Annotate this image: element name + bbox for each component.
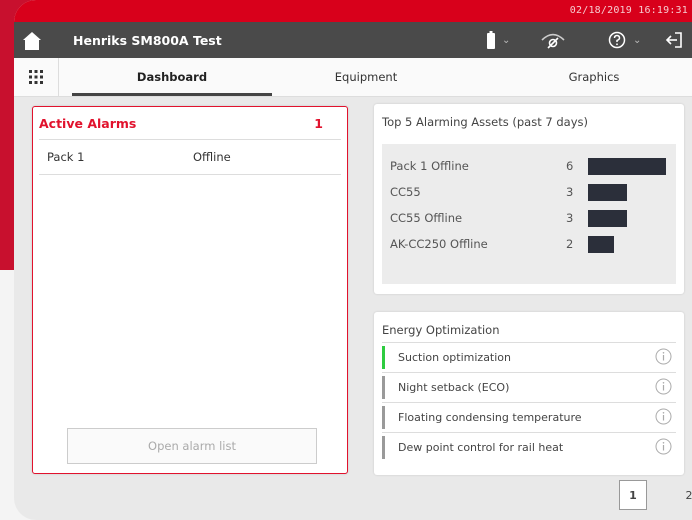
page-1-button[interactable]: 1	[619, 480, 647, 510]
chevron-down-icon: ⌄	[633, 34, 642, 46]
asset-count: 3	[566, 185, 574, 199]
help-icon	[608, 31, 626, 49]
asset-bar	[588, 184, 627, 201]
status-bar: 02/18/2019 16:19:31	[14, 0, 692, 22]
asset-count: 6	[566, 159, 574, 173]
apps-grid-icon	[29, 70, 43, 84]
info-icon[interactable]	[655, 378, 672, 395]
energy-list: Suction optimization Night setback (ECO)…	[382, 342, 676, 462]
app-title: Henriks SM800A Test	[73, 33, 222, 48]
energy-title: Energy Optimization	[382, 323, 500, 337]
asset-name: CC55	[390, 185, 421, 199]
asset-bar	[588, 236, 614, 253]
top5-title: Top 5 Alarming Assets (past 7 days)	[382, 115, 588, 129]
status-indicator	[382, 436, 385, 459]
app-window: 02/18/2019 16:19:31 Henriks SM800A Test …	[14, 0, 692, 520]
energy-item[interactable]: Suction optimization	[382, 342, 676, 372]
open-alarm-list-button[interactable]: Open alarm list	[67, 428, 317, 464]
logout-icon	[665, 32, 682, 48]
active-alarms-panel: Active Alarms 1 Pack 1 Offline Open alar…	[32, 106, 348, 474]
energy-item[interactable]: Night setback (ECO)	[382, 372, 676, 402]
asset-bar	[588, 210, 627, 227]
tab-graphics[interactable]: Graphics	[494, 58, 692, 96]
page-2-button[interactable]: 2	[682, 480, 692, 510]
energy-item-label: Dew point control for rail heat	[398, 441, 564, 454]
signal-icon	[541, 33, 565, 49]
alarm-status: Offline	[193, 150, 231, 164]
alarm-row[interactable]: Pack 1 Offline	[39, 140, 341, 175]
status-indicator	[382, 376, 385, 399]
home-icon[interactable]	[22, 31, 42, 51]
help-menu[interactable]: ⌄	[608, 30, 641, 50]
info-icon[interactable]	[655, 438, 672, 455]
asset-name: AK-CC250 Offline	[390, 237, 488, 251]
energy-item-label: Floating condensing temperature	[398, 411, 582, 424]
top-alarming-assets-panel: Top 5 Alarming Assets (past 7 days) Pack…	[374, 104, 684, 294]
energy-item-label: Suction optimization	[398, 351, 512, 364]
asset-row[interactable]: Pack 1 Offline 6	[390, 158, 674, 176]
info-icon[interactable]	[655, 408, 672, 425]
energy-optimization-panel: Energy Optimization Suction optimization…	[374, 312, 684, 475]
tab-dashboard[interactable]: Dashboard	[72, 58, 272, 96]
asset-count: 2	[566, 237, 574, 251]
asset-count: 3	[566, 211, 574, 225]
logout-button[interactable]	[665, 30, 683, 50]
energy-item[interactable]: Dew point control for rail heat	[382, 432, 676, 462]
tab-equipment[interactable]: Equipment	[286, 58, 446, 96]
signal-menu[interactable]	[540, 30, 566, 50]
title-bar: Henriks SM800A Test ⌄ ⌄	[14, 22, 692, 58]
active-tab-indicator	[72, 93, 272, 96]
info-icon[interactable]	[655, 348, 672, 365]
battery-icon	[487, 31, 495, 49]
battery-menu[interactable]: ⌄	[487, 30, 510, 50]
energy-item-label: Night setback (ECO)	[398, 381, 510, 394]
alarm-name: Pack 1	[47, 150, 85, 164]
datetime: 02/18/2019 16:19:31	[569, 5, 688, 16]
alarms-count: 1	[314, 116, 323, 131]
chevron-down-icon: ⌄	[502, 34, 511, 46]
energy-item[interactable]: Floating condensing temperature	[382, 402, 676, 432]
asset-row[interactable]: AK-CC250 Offline 2	[390, 236, 674, 254]
status-indicator	[382, 346, 385, 369]
asset-bar	[588, 158, 666, 175]
apps-grid-button[interactable]	[14, 58, 59, 96]
asset-row[interactable]: CC55 3	[390, 184, 674, 202]
status-indicator	[382, 406, 385, 429]
asset-name: CC55 Offline	[390, 211, 463, 225]
alarms-header: Active Alarms 1	[39, 107, 341, 140]
asset-name: Pack 1 Offline	[390, 159, 469, 173]
tab-bar: Dashboard Equipment Graphics	[14, 58, 692, 97]
alarms-title: Active Alarms	[39, 116, 137, 131]
top5-list: Pack 1 Offline 6 CC55 3 CC55 Offline 3 A…	[382, 144, 676, 284]
asset-row[interactable]: CC55 Offline 3	[390, 210, 674, 228]
